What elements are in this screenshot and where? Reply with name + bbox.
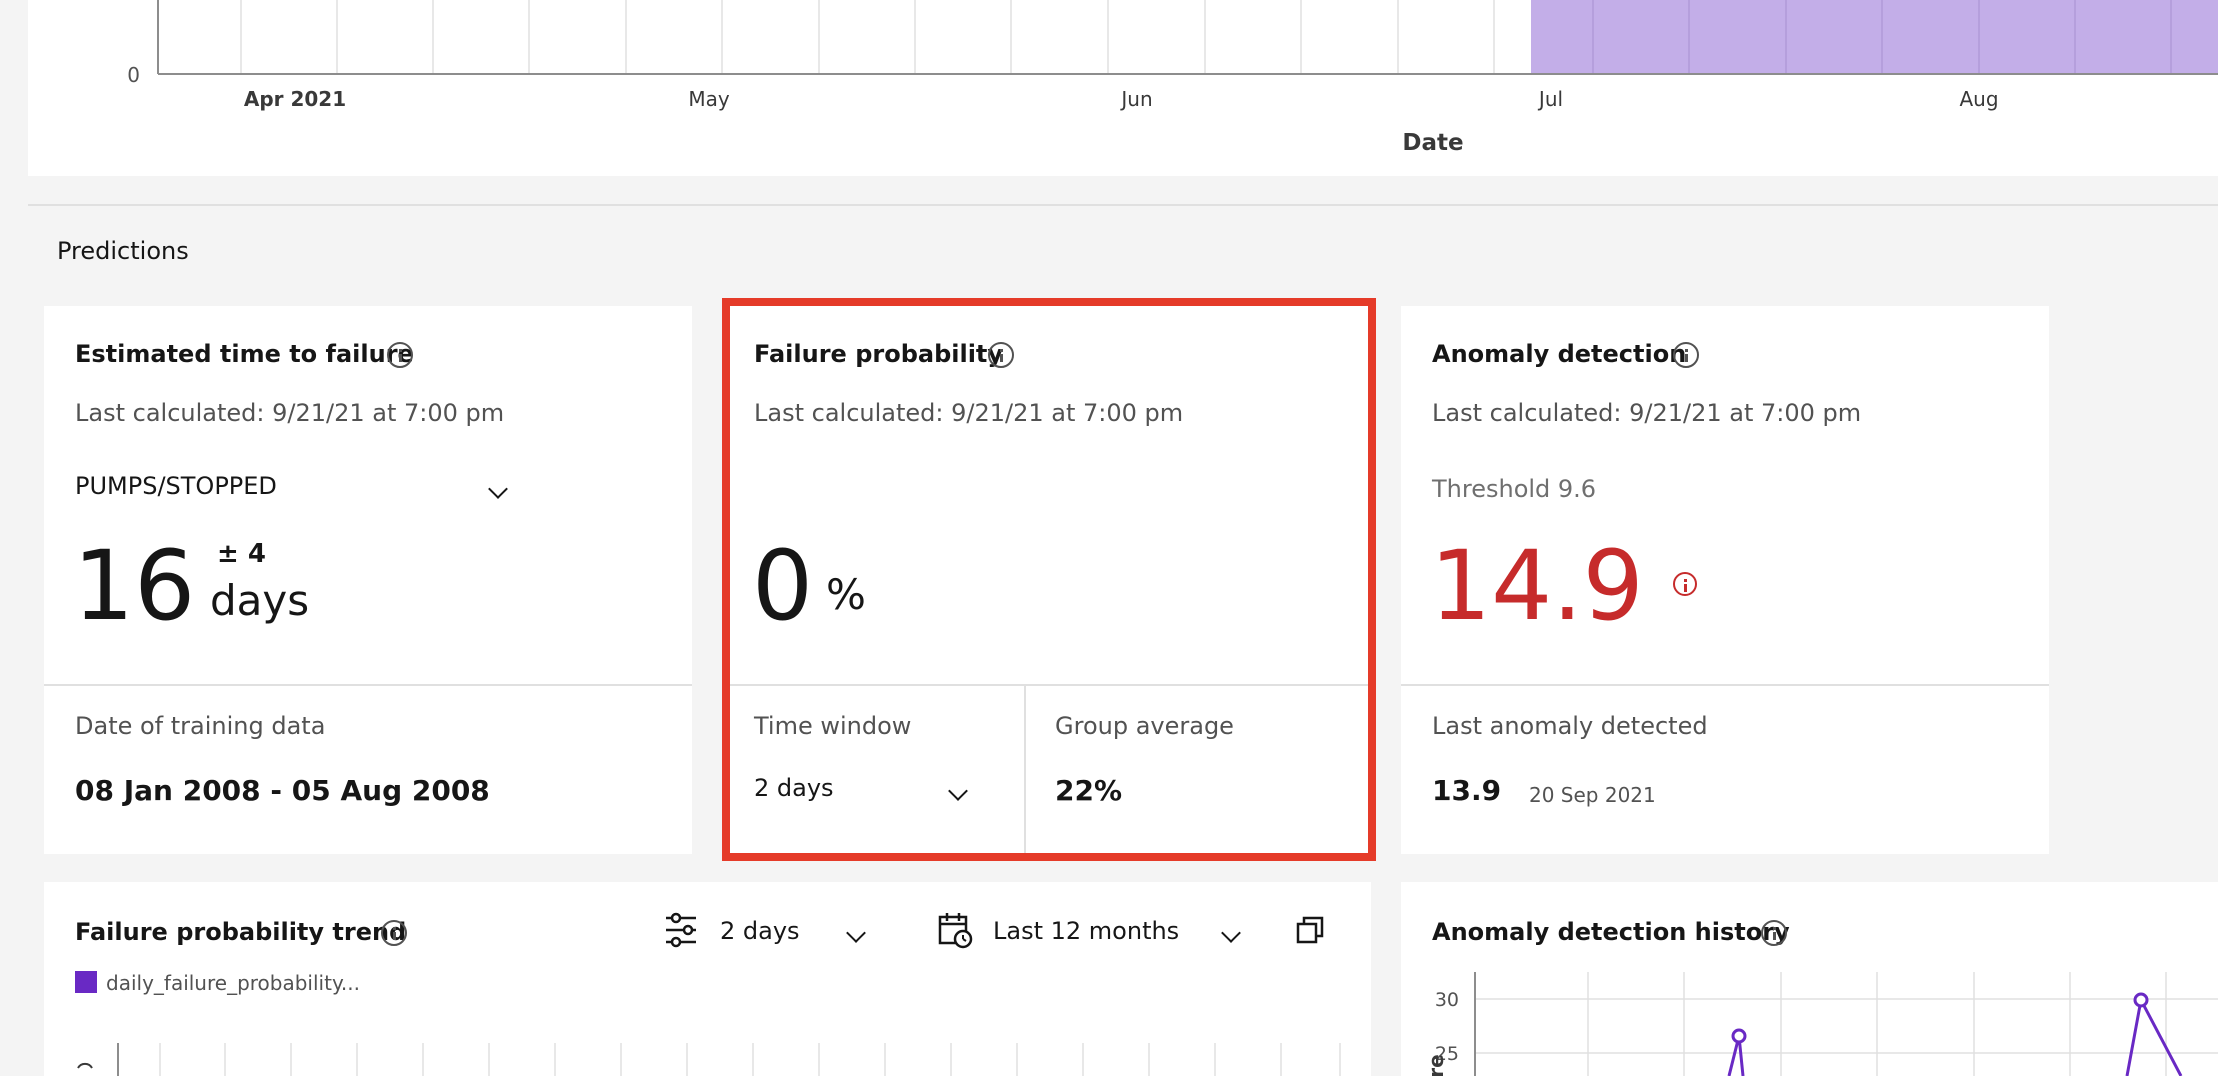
top-chart-y-tick: 0 xyxy=(127,63,140,87)
last-anomaly-date: 20 Sep 2021 xyxy=(1529,783,1656,807)
top-chart-x-tick-may: May xyxy=(688,87,730,111)
top-chart-x-tick-jun: Jun xyxy=(1119,87,1152,111)
anomaly-history-series-line xyxy=(1727,995,2183,1076)
anomaly-score-alert-icon[interactable] xyxy=(1673,572,1697,596)
anomaly-score-value: 14.9 xyxy=(1430,530,1644,642)
top-chart-x-tick-apr: Apr 2021 xyxy=(244,87,346,111)
anomaly-detection-separator xyxy=(1401,684,2049,686)
anomaly-detection-title: Anomaly detection xyxy=(1432,340,1687,368)
anomaly-detection-last-calculated: Last calculated: 9/21/21 at 7:00 pm xyxy=(1432,399,1862,427)
top-chart-x-tick-aug: Aug xyxy=(1959,87,1998,111)
time-to-failure-card: Estimated time to failure Last calculate… xyxy=(44,306,692,854)
anomaly-history-chart: 30 25 re xyxy=(1424,972,2218,1076)
top-chart-highlight-band xyxy=(1531,0,2218,74)
anomaly-history-point-1 xyxy=(1731,1028,1747,1044)
anomaly-detection-card: Anomaly detection Last calculated: 9/21/… xyxy=(1401,306,2049,854)
training-data-range: 08 Jan 2008 - 05 Aug 2008 xyxy=(75,774,490,807)
top-chart-x-tick-jul: Jul xyxy=(1537,87,1563,111)
time-to-failure-value: 16 xyxy=(73,530,196,642)
anomaly-history-y-tick-30: 30 xyxy=(1435,989,1459,1011)
top-chart-x-label: Date xyxy=(1402,130,1463,156)
failure-mode-dropdown[interactable]: PUMPS/STOPPED xyxy=(75,472,277,500)
anomaly-history-panel: Anomaly detection history 30 25 re xyxy=(1401,882,2218,1076)
time-to-failure-title: Estimated time to failure xyxy=(75,340,414,368)
predictions-section-title: Predictions xyxy=(57,237,189,265)
top-chart: 0 Apr 2021 May Jun Jul Aug Date xyxy=(127,0,2218,156)
failure-probability-highlight-frame xyxy=(722,298,1376,861)
time-to-failure-tolerance: ± 4 xyxy=(217,539,266,569)
anomaly-detection-info-icon[interactable] xyxy=(1673,342,1699,368)
top-chart-gridlines xyxy=(240,0,1495,74)
last-anomaly-label: Last anomaly detected xyxy=(1432,712,1708,740)
failure-mode-chevron-down-icon[interactable] xyxy=(488,479,508,499)
section-divider xyxy=(28,204,2218,206)
failure-probability-trend-panel: Failure probability trend 2 days Last 12… xyxy=(44,882,1371,1076)
anomaly-history-point-2 xyxy=(2133,992,2149,1008)
time-to-failure-separator xyxy=(44,684,692,686)
last-anomaly-value: 13.9 xyxy=(1432,774,1502,807)
time-to-failure-last-calculated: Last calculated: 9/21/21 at 7:00 pm xyxy=(75,399,505,427)
trend-chart-area xyxy=(77,1043,1341,1076)
anomaly-threshold: Threshold 9.6 xyxy=(1432,475,1597,503)
time-to-failure-info-icon[interactable] xyxy=(387,342,413,368)
training-data-label: Date of training data xyxy=(75,712,326,740)
time-to-failure-unit: days xyxy=(210,576,310,625)
anomaly-history-y-label: re xyxy=(1424,1054,1448,1076)
